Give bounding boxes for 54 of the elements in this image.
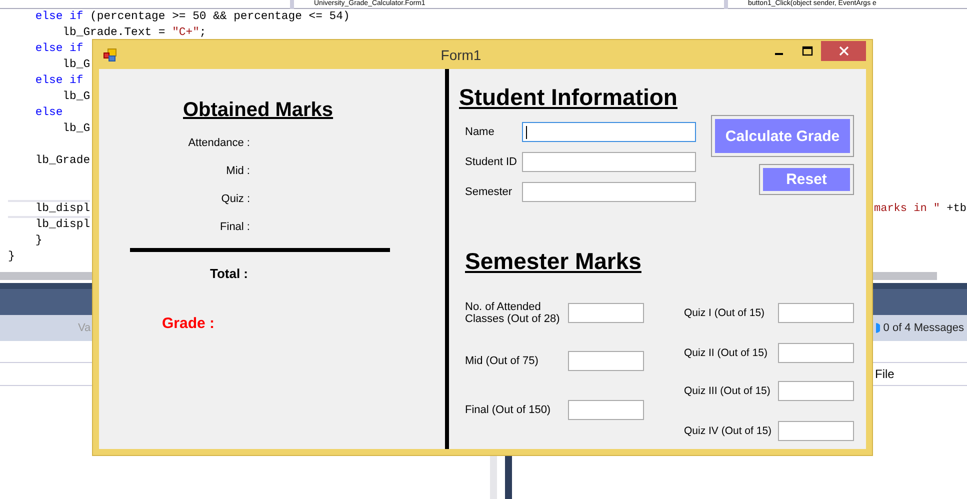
column-header: File (875, 367, 894, 381)
code-line: lb_G (62, 91, 90, 103)
text-field[interactable] (522, 182, 696, 202)
field-label: Quiz II (Out of 15) (684, 347, 768, 359)
messages-filter[interactable]: 0 of 4 Messages (876, 322, 964, 334)
code-line: lb_Grade.Text = "C+"; (62, 27, 206, 39)
code-line: else (34, 107, 63, 119)
close-icon (838, 46, 848, 56)
field-label: Quiz I (Out of 15) (684, 307, 766, 319)
section-heading: Obtained Marks (182, 99, 334, 122)
text-field[interactable] (778, 303, 854, 323)
text-field[interactable] (568, 351, 644, 371)
field-label: Quiz IV (Out of 15) (684, 425, 773, 437)
code-line: else if (34, 43, 84, 55)
code-line: else if (percentage >= 50 && percentage <= 54) (34, 11, 350, 23)
field-label: No. of Attended Classes (Out of 28) (465, 301, 561, 325)
field-label: Quiz III (Out of 15) (684, 385, 772, 397)
minimize-icon (775, 53, 783, 55)
section-heading: Semester Marks (465, 248, 642, 275)
column-header: Va (78, 322, 91, 334)
code-line: marks in " +tb (874, 203, 966, 215)
code-line: lb_G (62, 59, 90, 71)
text-field[interactable] (568, 400, 644, 420)
code-line: lb_displ (8, 200, 90, 218)
close-button[interactable] (821, 41, 866, 61)
text-field[interactable] (778, 343, 854, 363)
code-line: lb_displ (34, 219, 90, 231)
maximize-icon (802, 46, 812, 56)
text-field[interactable] (568, 303, 644, 323)
section-heading: Student Information (459, 84, 678, 111)
field-label: Mid (Out of 75) (465, 355, 540, 367)
total-label: Total : (210, 266, 248, 281)
field-label: Name (465, 126, 496, 138)
field-label: Student ID (465, 156, 518, 168)
code-line: lb_Grade (34, 155, 90, 167)
field-label: Attendance : (188, 137, 250, 149)
scrollbar[interactable] (873, 272, 937, 280)
code-line: lb_G (62, 123, 90, 135)
window-title: Form1 (440, 46, 482, 62)
grade-label: Grade : (162, 315, 215, 332)
app-icon (103, 48, 117, 62)
field-label: Final (Out of 150) (465, 404, 552, 416)
code-line: } (8, 251, 15, 263)
field-label: Quiz : (221, 193, 250, 205)
field-label: Final : (220, 221, 250, 233)
text-field[interactable] (522, 152, 696, 172)
text-field[interactable] (778, 381, 854, 401)
code-line: else if (34, 75, 84, 87)
code-line: } (34, 235, 42, 247)
text-field[interactable] (522, 122, 696, 142)
field-label: Semester (465, 186, 514, 198)
field-label: Mid : (226, 165, 250, 177)
panel-edge (505, 455, 512, 499)
text-field[interactable] (778, 421, 854, 441)
